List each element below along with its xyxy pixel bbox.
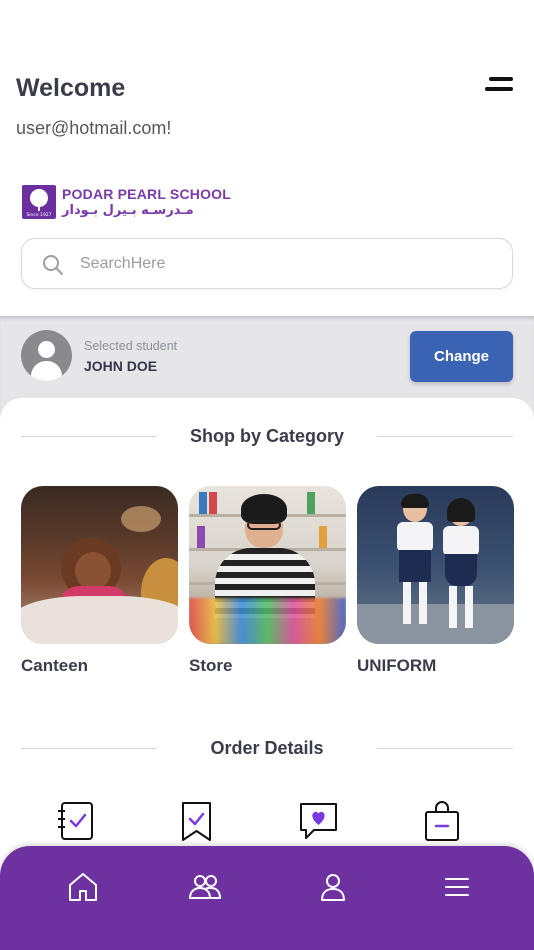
search-icon: [43, 255, 63, 275]
selected-student-label: Selected student: [84, 339, 178, 353]
shop-by-category-title: Shop by Category: [189, 426, 345, 446]
category-uniform-label[interactable]: UNIFORM: [357, 656, 436, 676]
home-icon[interactable]: [66, 870, 100, 904]
category-canteen-label[interactable]: Canteen: [21, 656, 88, 676]
search-input[interactable]: [80, 251, 480, 277]
avatar: [21, 330, 72, 381]
school-logo: Since 1927 PODAR PEARL SCHOOL مـدرسـه بـ…: [22, 184, 232, 220]
category-canteen-image[interactable]: [21, 486, 178, 644]
order-details-title: Order Details: [210, 738, 324, 758]
checklist-notebook-icon[interactable]: [56, 800, 96, 844]
welcome-title: Welcome: [16, 74, 126, 102]
hamburger-menu-icon[interactable]: [480, 74, 516, 98]
school-emblem: Since 1927: [22, 185, 56, 219]
menu-icon[interactable]: [440, 870, 474, 904]
users-icon[interactable]: [188, 870, 222, 904]
heart-chat-icon[interactable]: [298, 800, 338, 844]
category-store-label[interactable]: Store: [189, 656, 232, 676]
school-name-en: PODAR PEARL SCHOOL: [62, 186, 232, 202]
shopping-bag-minus-icon[interactable]: [422, 800, 462, 844]
school-name-ar: مـدرسـه بـيرل بـودار: [62, 203, 194, 218]
category-uniform-image[interactable]: [357, 486, 514, 644]
selected-student-name: JOHN DOE: [84, 358, 158, 374]
bookmark-check-icon[interactable]: [177, 800, 217, 844]
profile-icon[interactable]: [316, 870, 350, 904]
header-area: Welcome user@hotmail.com! Since 1927 POD…: [0, 0, 534, 316]
search-bar[interactable]: [21, 238, 513, 289]
category-store-image[interactable]: [189, 486, 346, 644]
change-student-button[interactable]: Change: [410, 331, 513, 382]
user-email: user@hotmail.com!: [16, 118, 172, 138]
